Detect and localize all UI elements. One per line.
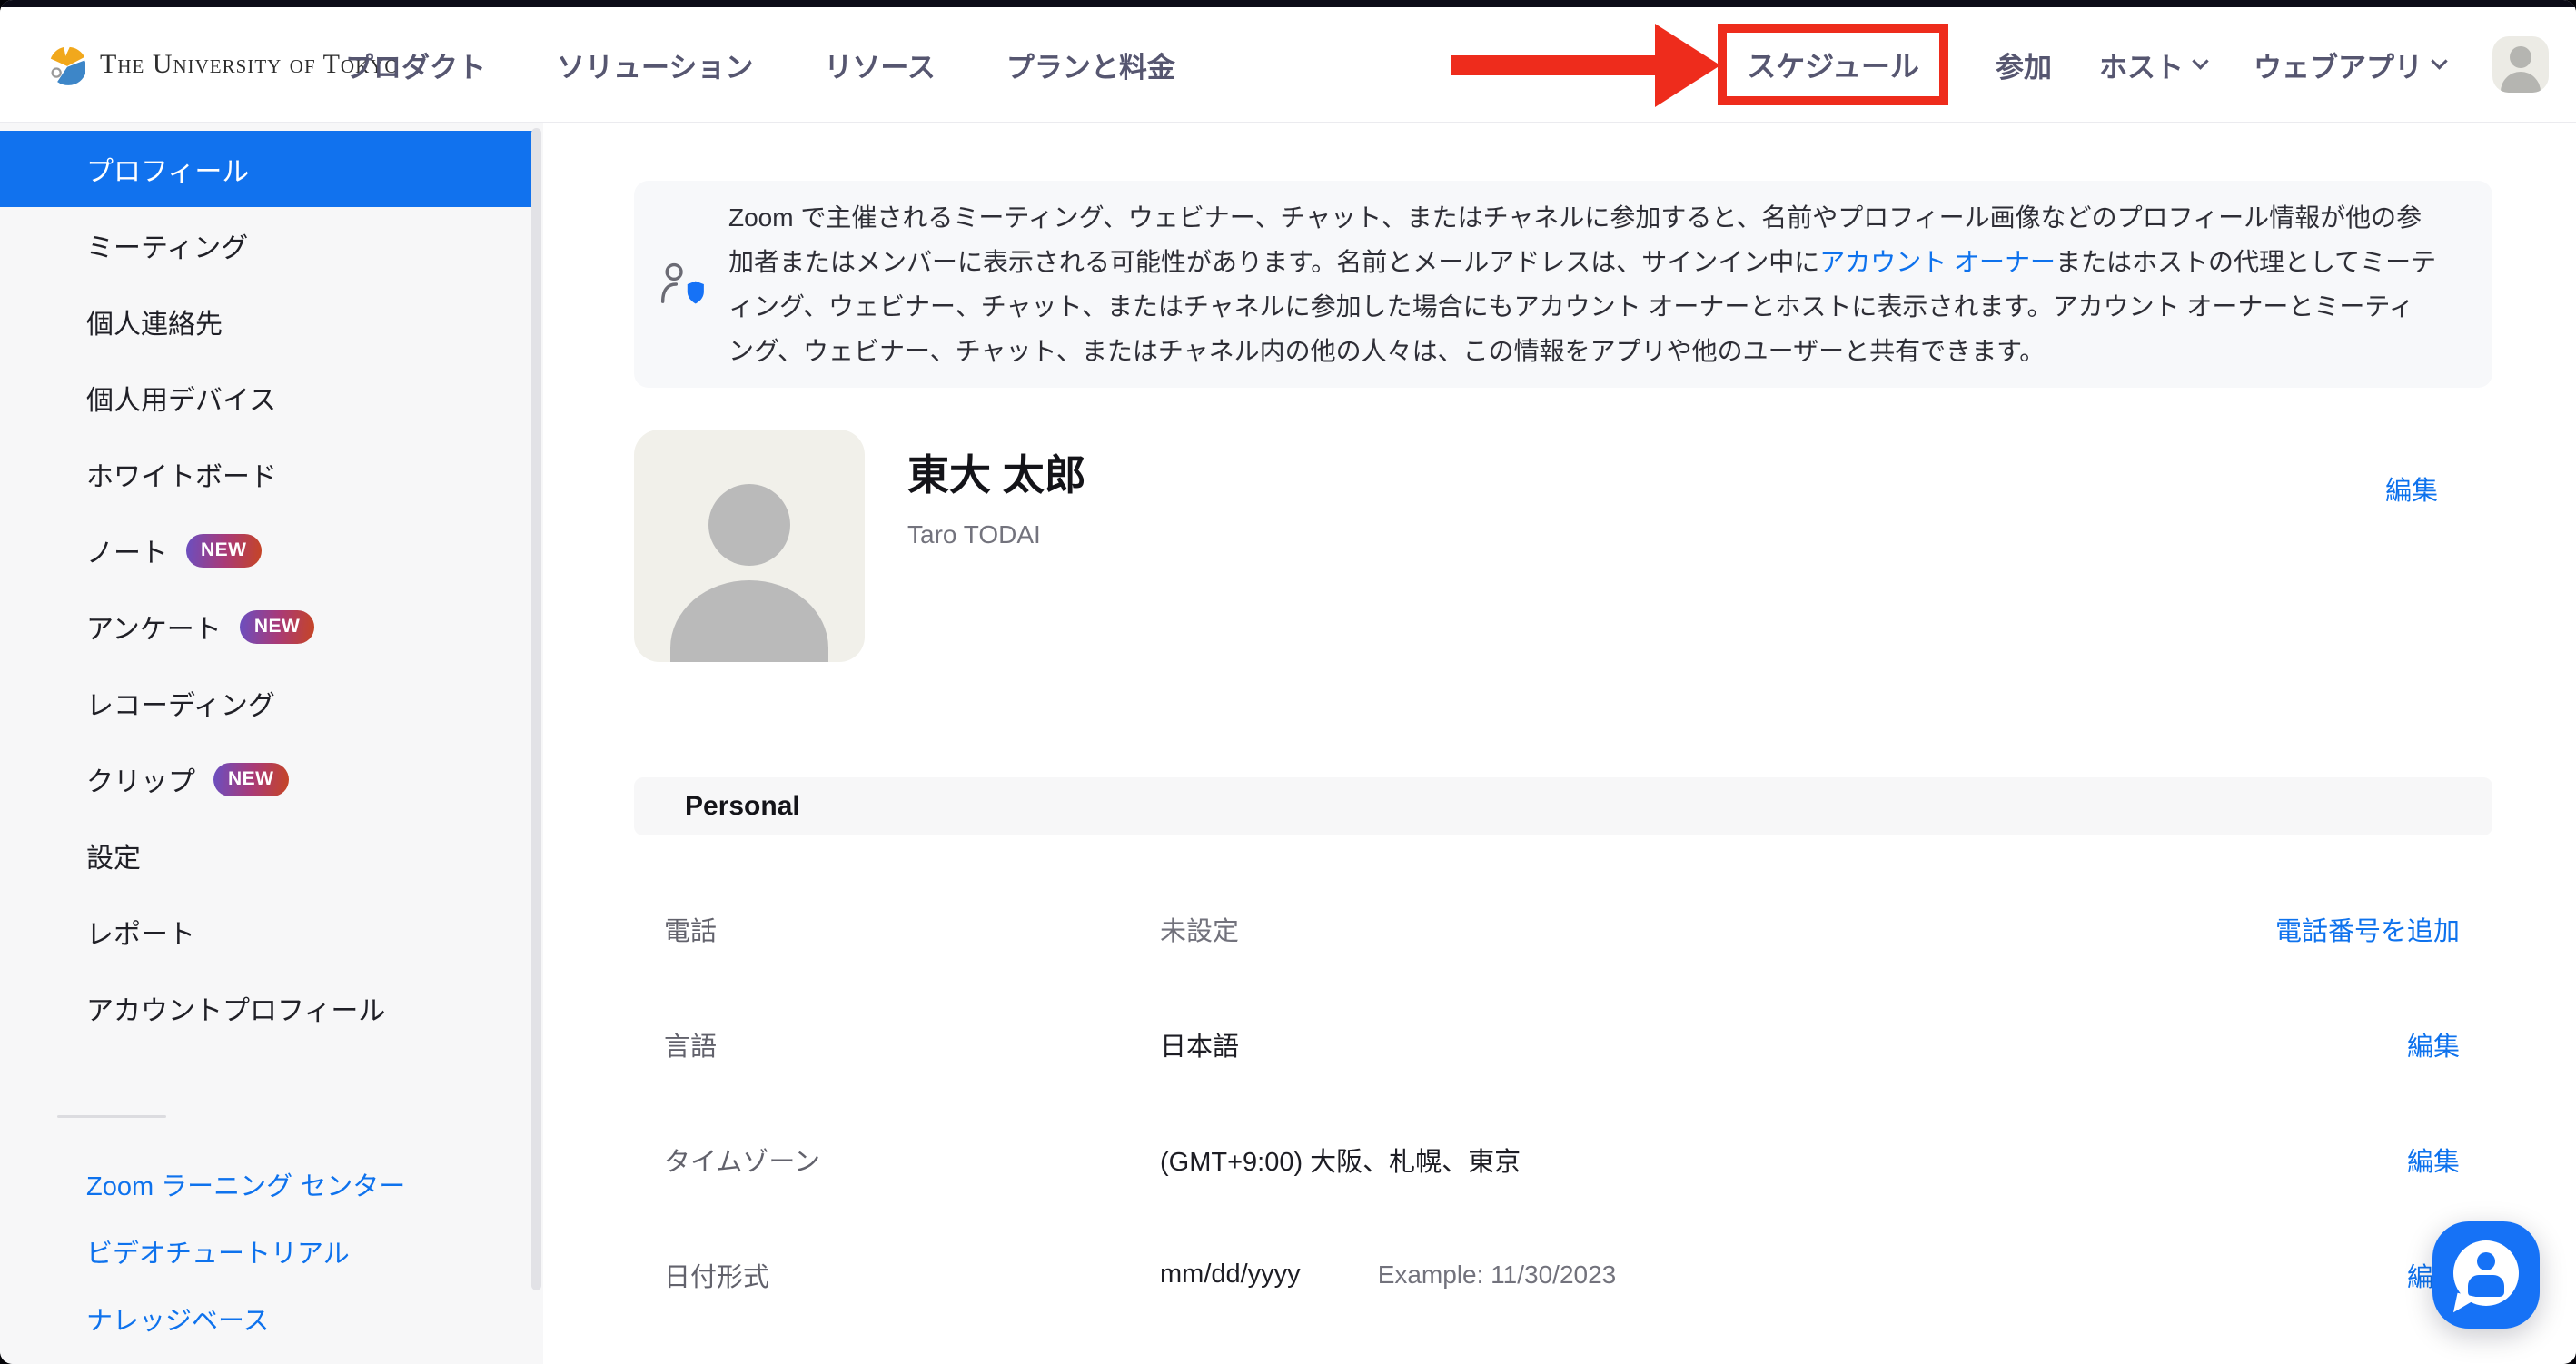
privacy-notice-text: Zoom で主催されるミーティング、ウェビナー、チャット、またはチャネルに参加す… [728, 195, 2438, 373]
profile-info: 東大 太郎 Taro TODAI [907, 430, 1086, 662]
sidebar-link-video-tutorials[interactable]: ビデオチュートリアル [0, 1218, 543, 1285]
nav-solutions[interactable]: ソリューション [557, 44, 753, 85]
nav-webapp[interactable]: ウェブアプリ [2254, 44, 2445, 85]
add-phone-number-link[interactable]: 電話番号を追加 [2275, 910, 2460, 948]
timezone-row: タイムゾーン (GMT+9:00) 大阪、札幌、東京 編集 [634, 1102, 2492, 1217]
sidebar-divider [57, 1115, 166, 1118]
avatar-person-icon [2501, 72, 2541, 93]
row-value: 未設定 [1160, 910, 1239, 948]
nav-plans-pricing[interactable]: プランと料金 [1006, 44, 1175, 85]
new-badge: NEW [186, 534, 262, 568]
row-value: 日本語 [1160, 1025, 1239, 1063]
sidebar-item-label: 個人用デバイス [86, 378, 276, 418]
sidebar-item-label: クリップ [86, 759, 195, 799]
zoom-web-portal: The University of Tokyo プロダクト ソリューション リソ… [0, 0, 2576, 1364]
avatar-person-icon [2510, 46, 2531, 68]
sidebar-menu: プロフィール ミーティング 個人連絡先 個人用デバイス ホワイトボード ノート … [0, 123, 543, 1046]
profile-picture-placeholder[interactable] [634, 430, 865, 662]
nav-schedule[interactable]: スケジュール [1718, 24, 1948, 105]
profile-card: 東大 太郎 Taro TODAI 編集 [634, 430, 2492, 662]
top-navigation-bar: The University of Tokyo プロダクト ソリューション リソ… [0, 7, 2576, 123]
chevron-down-icon [2192, 53, 2208, 69]
nav-webapp-label: ウェブアプリ [2254, 44, 2422, 85]
profile-romanized-name: Taro TODAI [907, 520, 1086, 549]
sidebar-item-reports[interactable]: レポート [0, 894, 532, 970]
chevron-down-icon [2431, 53, 2447, 69]
sidebar-item-label: ホワイトボード [86, 454, 277, 494]
main-content: Zoom で主催されるミーティング、ウェビナー、チャット、またはチャネルに参加す… [543, 123, 2576, 1364]
marketing-nav: プロダクト ソリューション リソース プランと料金 [345, 7, 1175, 122]
sidebar-item-label: プロフィール [86, 149, 249, 189]
sidebar-item-label: ミーティング [86, 225, 248, 265]
personal-section-header: Personal [634, 777, 2492, 835]
utokyo-ginkgo-icon [49, 44, 85, 85]
personal-section-rows: 電話 未設定 電話番号を追加 言語 日本語 編集 タイムゾーン (GMT+9:0… [634, 871, 2492, 1332]
new-badge: NEW [213, 763, 289, 796]
nav-resources[interactable]: リソース [824, 44, 935, 85]
new-badge: NEW [240, 610, 315, 644]
profile-display-name: 東大 太郎 [907, 442, 1086, 502]
sidebar-item-label: レコーディング [86, 683, 275, 723]
sidebar-item-label: 設定 [86, 835, 141, 875]
nav-host-label: ホスト [2099, 44, 2184, 85]
window-top-strip [0, 0, 2576, 7]
sidebar-scrollbar[interactable] [531, 128, 541, 1290]
sidebar-item-label: アカウントプロフィール [86, 988, 385, 1028]
account-owner-link[interactable]: アカウント オーナー [1819, 248, 2056, 276]
sidebar-item-recordings[interactable]: レコーディング [0, 665, 532, 741]
person-icon [2477, 1252, 2495, 1270]
sidebar-help-links: Zoom ラーニング センター ビデオチュートリアル ナレッジベース [0, 1151, 543, 1352]
person-icon [2468, 1275, 2504, 1297]
user-privacy-shield-icon [656, 261, 707, 308]
sidebar-item-settings[interactable]: 設定 [0, 817, 532, 894]
sidebar-link-knowledge-base[interactable]: ナレッジベース [0, 1285, 543, 1352]
sidebar-item-label: 個人連絡先 [86, 301, 223, 341]
sidebar-item-label: レポート [86, 912, 195, 952]
row-label: 電話 [634, 910, 1160, 948]
sidebar-item-surveys[interactable]: アンケート NEW [0, 588, 532, 665]
privacy-notice-panel: Zoom で主催されるミーティング、ウェビナー、チャット、またはチャネルに参加す… [634, 181, 2492, 388]
sidebar-item-personal-devices[interactable]: 個人用デバイス [0, 360, 532, 436]
sidebar-item-meetings[interactable]: ミーティング [0, 207, 532, 283]
row-label: 日付形式 [634, 1256, 1160, 1294]
edit-timezone-link[interactable]: 編集 [2407, 1141, 2460, 1179]
row-label: タイムゾーン [634, 1141, 1160, 1179]
sidebar-item-notes[interactable]: ノート NEW [0, 512, 532, 588]
sidebar-item-whiteboard[interactable]: ホワイトボード [0, 436, 532, 512]
user-avatar[interactable] [2492, 36, 2549, 93]
sidebar-item-label: ノート [86, 530, 168, 570]
account-nav: スケジュール 参加 ホスト ウェブアプリ [1718, 7, 2549, 122]
sidebar-item-account-profile[interactable]: アカウントプロフィール [0, 970, 532, 1046]
date-format-row: 日付形式 mm/dd/yyyy Example: 11/30/2023 編集 [634, 1217, 2492, 1332]
avatar-person-icon [708, 484, 790, 566]
nav-products[interactable]: プロダクト [345, 44, 486, 85]
sidebar-item-profile[interactable]: プロフィール [0, 131, 532, 207]
sidebar: プロフィール ミーティング 個人連絡先 個人用デバイス ホワイトボード ノート … [0, 123, 543, 1364]
row-label: 言語 [634, 1025, 1160, 1063]
avatar-person-icon [670, 580, 828, 662]
sidebar-item-personal-contacts[interactable]: 個人連絡先 [0, 283, 532, 360]
profile-edit-link[interactable]: 編集 [2385, 469, 2438, 508]
edit-language-link[interactable]: 編集 [2407, 1025, 2460, 1063]
personal-section-title: Personal [685, 791, 800, 822]
nav-host[interactable]: ホスト [2099, 44, 2206, 85]
row-value: mm/dd/yyyy [1160, 1260, 1301, 1290]
row-value: (GMT+9:00) 大阪、札幌、東京 [1160, 1141, 1521, 1179]
nav-join[interactable]: 参加 [1996, 44, 2052, 85]
date-format-example: Example: 11/30/2023 [1378, 1260, 1617, 1290]
sidebar-item-label: アンケート [86, 607, 222, 647]
sidebar-link-learning-center[interactable]: Zoom ラーニング センター [0, 1151, 543, 1218]
sidebar-item-clips[interactable]: クリップ NEW [0, 741, 532, 817]
support-button[interactable] [2432, 1221, 2540, 1329]
chat-bubble-icon [2453, 1240, 2519, 1306]
language-row: 言語 日本語 編集 [634, 986, 2492, 1102]
phone-row: 電話 未設定 電話番号を追加 [634, 871, 2492, 986]
